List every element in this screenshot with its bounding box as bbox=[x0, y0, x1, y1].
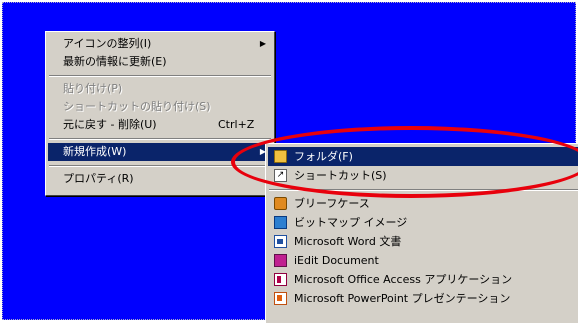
briefcase-icon bbox=[274, 197, 287, 210]
submenu-item-label: Microsoft Office Access アプリケーション bbox=[294, 273, 513, 286]
desktop[interactable]: アイコンの整列(I) ▶ 最新の情報に更新(E) 貼り付け(P) ショートカット… bbox=[2, 2, 578, 323]
submenu-item-shortcut[interactable]: ↗ ショートカット(S) bbox=[268, 166, 578, 185]
word-document-icon bbox=[274, 235, 287, 248]
bitmap-image-icon bbox=[274, 216, 287, 229]
menu-separator bbox=[49, 165, 271, 167]
menu-item-label: 貼り付け(P) bbox=[63, 82, 123, 95]
shortcut-icon: ↗ bbox=[274, 169, 287, 182]
access-application-icon bbox=[274, 273, 287, 286]
desktop-context-menu: アイコンの整列(I) ▶ 最新の情報に更新(E) 貼り付け(P) ショートカット… bbox=[45, 31, 275, 196]
menu-separator bbox=[269, 189, 578, 191]
iedit-document-icon bbox=[274, 254, 287, 267]
submenu-item-folder[interactable]: フォルダ(F) bbox=[268, 147, 578, 166]
menu-separator bbox=[49, 138, 271, 140]
powerpoint-presentation-icon bbox=[274, 292, 287, 305]
menu-item-label: プロパティ(R) bbox=[63, 172, 134, 185]
menu-item-properties[interactable]: プロパティ(R) bbox=[48, 170, 272, 188]
menu-item-label: 新規作成(W) bbox=[63, 145, 127, 158]
menu-separator bbox=[49, 75, 271, 77]
menu-item-shortcut: Ctrl+Z bbox=[218, 118, 255, 131]
menu-item-label: ショートカットの貼り付け(S) bbox=[63, 100, 211, 113]
menu-item-label: アイコンの整列(I) bbox=[63, 37, 152, 50]
submenu-item-label: Microsoft Word 文書 bbox=[294, 235, 402, 248]
submenu-item-label: ブリーフケース bbox=[294, 197, 370, 210]
folder-icon bbox=[274, 150, 287, 163]
menu-item-refresh[interactable]: 最新の情報に更新(E) bbox=[48, 53, 272, 71]
submenu-item-label: iEdit Document bbox=[294, 254, 379, 267]
menu-item-undo-delete[interactable]: 元に戻す - 削除(U) Ctrl+Z bbox=[48, 116, 272, 134]
submenu-item-bitmap-image[interactable]: ビットマップ イメージ bbox=[268, 213, 578, 232]
menu-item-new[interactable]: 新規作成(W) ▶ bbox=[48, 143, 272, 161]
menu-item-arrange-icons[interactable]: アイコンの整列(I) ▶ bbox=[48, 35, 272, 53]
submenu-item-label: Microsoft PowerPoint プレゼンテーション bbox=[294, 292, 511, 305]
submenu-item-powerpoint-presentation[interactable]: Microsoft PowerPoint プレゼンテーション bbox=[268, 289, 578, 308]
submenu-item-label: ショートカット(S) bbox=[294, 169, 387, 182]
menu-item-label: 元に戻す - 削除(U) bbox=[63, 118, 157, 131]
submenu-arrow-icon: ▶ bbox=[259, 39, 266, 48]
submenu-item-iedit-document[interactable]: iEdit Document bbox=[268, 251, 578, 270]
menu-item-label: 最新の情報に更新(E) bbox=[63, 55, 167, 68]
menu-item-paste-shortcut: ショートカットの貼り付け(S) bbox=[48, 98, 272, 116]
menu-item-paste: 貼り付け(P) bbox=[48, 80, 272, 98]
submenu-item-word-document[interactable]: Microsoft Word 文書 bbox=[268, 232, 578, 251]
submenu-item-briefcase[interactable]: ブリーフケース bbox=[268, 194, 578, 213]
submenu-item-label: フォルダ(F) bbox=[294, 150, 353, 163]
new-submenu: フォルダ(F) ↗ ショートカット(S) ブリーフケース ビットマップ イメージ… bbox=[265, 143, 578, 323]
submenu-item-access-application[interactable]: Microsoft Office Access アプリケーション bbox=[268, 270, 578, 289]
submenu-item-label: ビットマップ イメージ bbox=[294, 216, 408, 229]
